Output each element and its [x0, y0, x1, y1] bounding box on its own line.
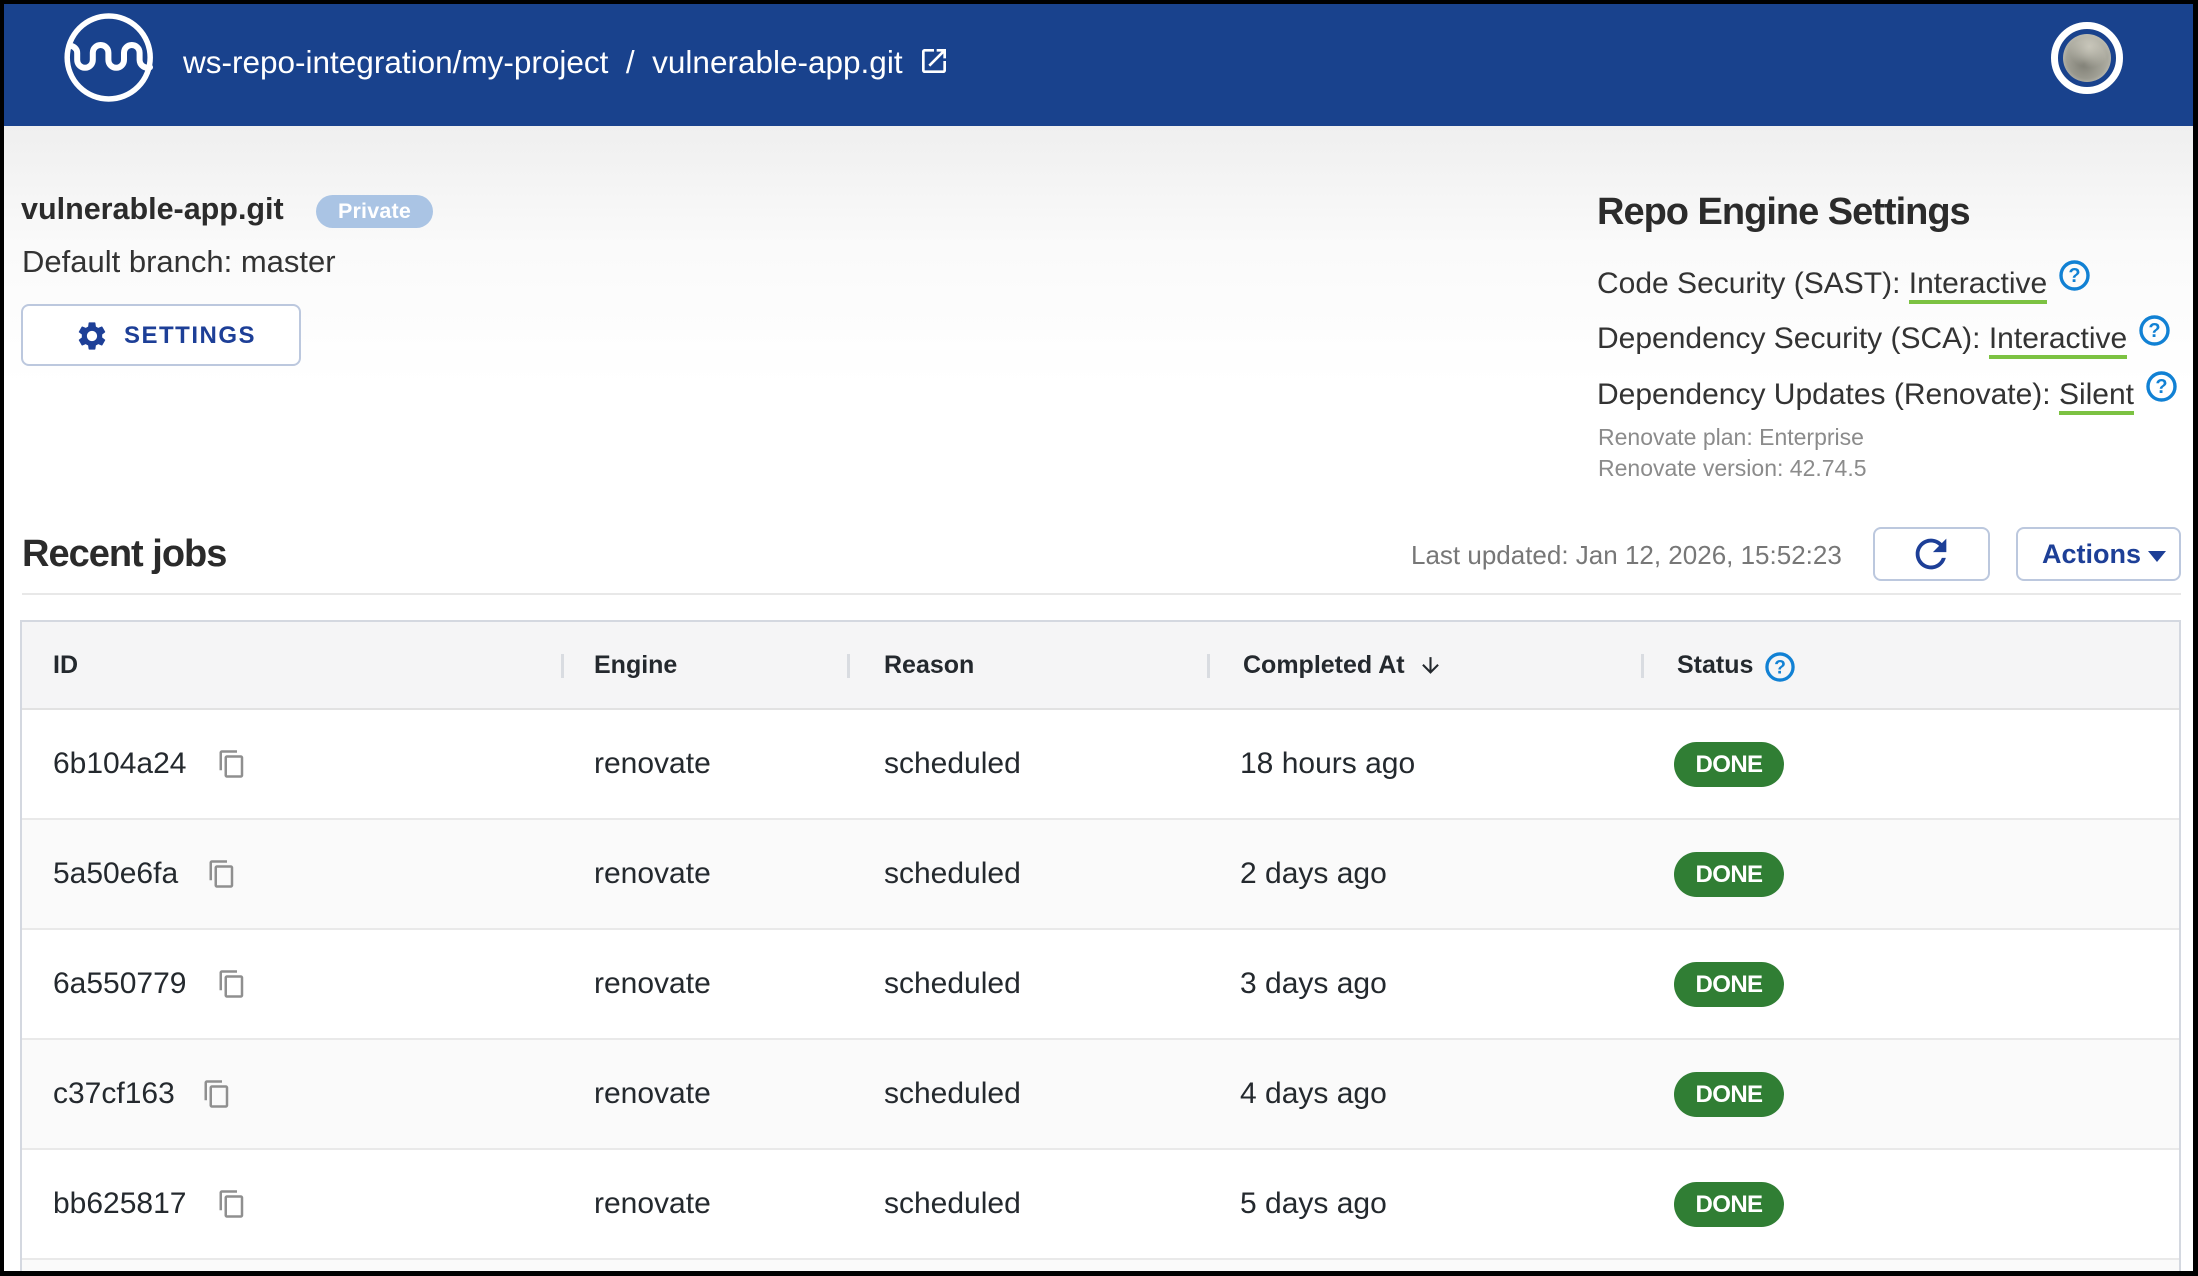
svg-text:?: ?	[1774, 656, 1786, 678]
svg-text:?: ?	[2149, 320, 2161, 342]
svg-text:?: ?	[2155, 376, 2167, 398]
svg-text:?: ?	[2069, 265, 2081, 287]
